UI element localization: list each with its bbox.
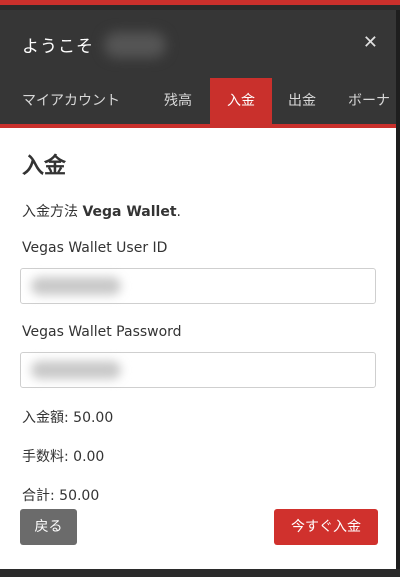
- tab-my-account[interactable]: マイアカウント: [22, 78, 120, 124]
- account-tabs: マイアカウント 残高 入金 出金 ボーナ: [0, 78, 396, 128]
- tab-deposit[interactable]: 入金: [210, 78, 272, 124]
- tab-withdraw[interactable]: 出金: [288, 78, 316, 124]
- back-button[interactable]: 戻る: [20, 509, 77, 545]
- password-label: Vegas Wallet Password: [22, 324, 182, 340]
- deposit-method: 入金方法 Vega Wallet.: [22, 201, 181, 221]
- deposit-method-name: Vega Wallet: [82, 204, 177, 220]
- welcome-title: ようこそ: [22, 37, 94, 57]
- tab-bonus[interactable]: ボーナ: [348, 78, 390, 124]
- bottom-backdrop: [0, 569, 400, 577]
- modal-header: ようこそ ✕: [0, 10, 396, 78]
- top-accent-strip: [0, 0, 400, 5]
- deposit-amount: 入金額: 50.00: [22, 410, 114, 426]
- fee-amount: 手数料: 0.00: [22, 449, 105, 465]
- user-id-redacted-value: [31, 277, 121, 295]
- total-amount: 合計: 50.00: [22, 488, 100, 504]
- deposit-now-button[interactable]: 今すぐ入金: [274, 509, 378, 545]
- user-id-input[interactable]: [20, 268, 376, 304]
- password-input[interactable]: [20, 352, 376, 388]
- deposit-method-suffix: .: [176, 204, 181, 220]
- close-icon[interactable]: ✕: [363, 32, 378, 53]
- page-title: 入金: [22, 154, 67, 179]
- username-redacted: [104, 32, 166, 58]
- deposit-method-prefix: 入金方法: [22, 204, 83, 220]
- user-id-label: Vegas Wallet User ID: [22, 240, 168, 256]
- password-redacted-value: [31, 361, 121, 379]
- tab-balance[interactable]: 残高: [164, 78, 192, 124]
- deposit-modal: ようこそ ✕ マイアカウント 残高 入金 出金 ボーナ 入金 入金方法 Vega…: [0, 10, 400, 577]
